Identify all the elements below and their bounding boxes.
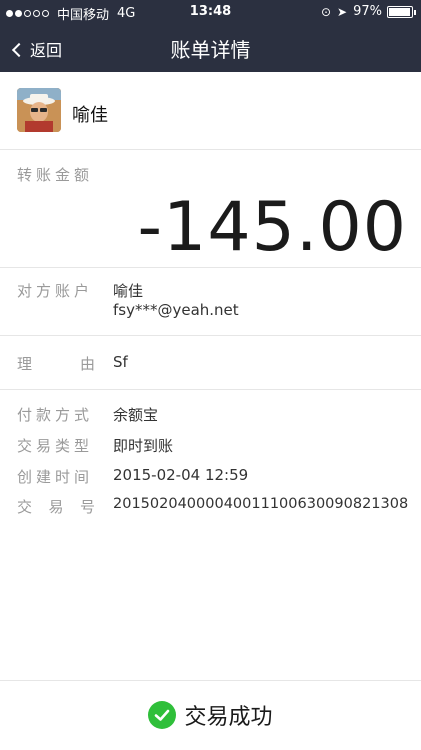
trade-number-label-char: 号 bbox=[79, 498, 95, 516]
payee-row[interactable]: 喻佳 bbox=[0, 72, 421, 150]
trade-type-label: 交易类型 bbox=[17, 437, 94, 455]
battery-percent: 97% bbox=[353, 4, 382, 19]
trade-type-value: 即时到账 bbox=[113, 437, 174, 455]
avatar[interactable] bbox=[17, 88, 61, 132]
trade-number-value: 20150204000040011100630090821308 bbox=[113, 496, 409, 512]
status-bar: 中国移动 4G 13:48 ⊙ ➤ 97% bbox=[0, 0, 421, 24]
counterparty-account: fsy***@yeah.net bbox=[113, 301, 239, 319]
counterparty-name: 喻佳 bbox=[113, 282, 144, 300]
footer-status-bar: 交易成功 bbox=[0, 680, 421, 750]
status-right: ⊙ ➤ 97% bbox=[320, 4, 416, 19]
transaction-status: 交易成功 bbox=[0, 699, 421, 731]
payee-name: 喻佳 bbox=[72, 105, 108, 126]
trade-number-label-char: 易 bbox=[48, 498, 64, 516]
battery-icon bbox=[387, 5, 416, 18]
created-time-label: 创建时间 bbox=[17, 468, 94, 486]
amount-section: 转账金额 -145.00 bbox=[0, 150, 421, 268]
created-time-value: 2015-02-04 12:59 bbox=[113, 466, 249, 484]
navigation-bar: 返回 账单详情 bbox=[0, 24, 421, 72]
check-circle-icon bbox=[148, 701, 177, 729]
reason-label: 理 由 bbox=[17, 353, 95, 374]
counterparty-section: 对方账户 喻佳 fsy***@yeah.net bbox=[0, 268, 421, 336]
reason-section: 理 由 Sf bbox=[0, 336, 421, 390]
payment-method-value: 余额宝 bbox=[113, 406, 159, 424]
payment-method-label: 付款方式 bbox=[17, 406, 94, 424]
reason-label-char: 理 bbox=[17, 355, 33, 373]
rotation-lock-icon: ⊙ bbox=[320, 4, 332, 19]
amount-value: -145.00 bbox=[137, 188, 407, 267]
trade-number-label: 交 易 号 bbox=[17, 496, 95, 517]
page-title: 账单详情 bbox=[170, 38, 251, 62]
location-arrow-icon: ➤ bbox=[337, 4, 348, 19]
transaction-details: 付款方式 余额宝 交易类型 即时到账 创建时间 2015-02-04 12:59… bbox=[0, 390, 421, 530]
top-bar: 中国移动 4G 13:48 ⊙ ➤ 97% 返回 账单详情 bbox=[0, 0, 421, 72]
reason-label-char: 由 bbox=[79, 355, 95, 373]
status-text: 交易成功 bbox=[184, 705, 273, 730]
counterparty-label: 对方账户 bbox=[17, 282, 94, 300]
trade-number-label-char: 交 bbox=[17, 498, 33, 516]
amount-label: 转账金额 bbox=[17, 166, 94, 184]
reason-value: Sf bbox=[113, 353, 128, 371]
